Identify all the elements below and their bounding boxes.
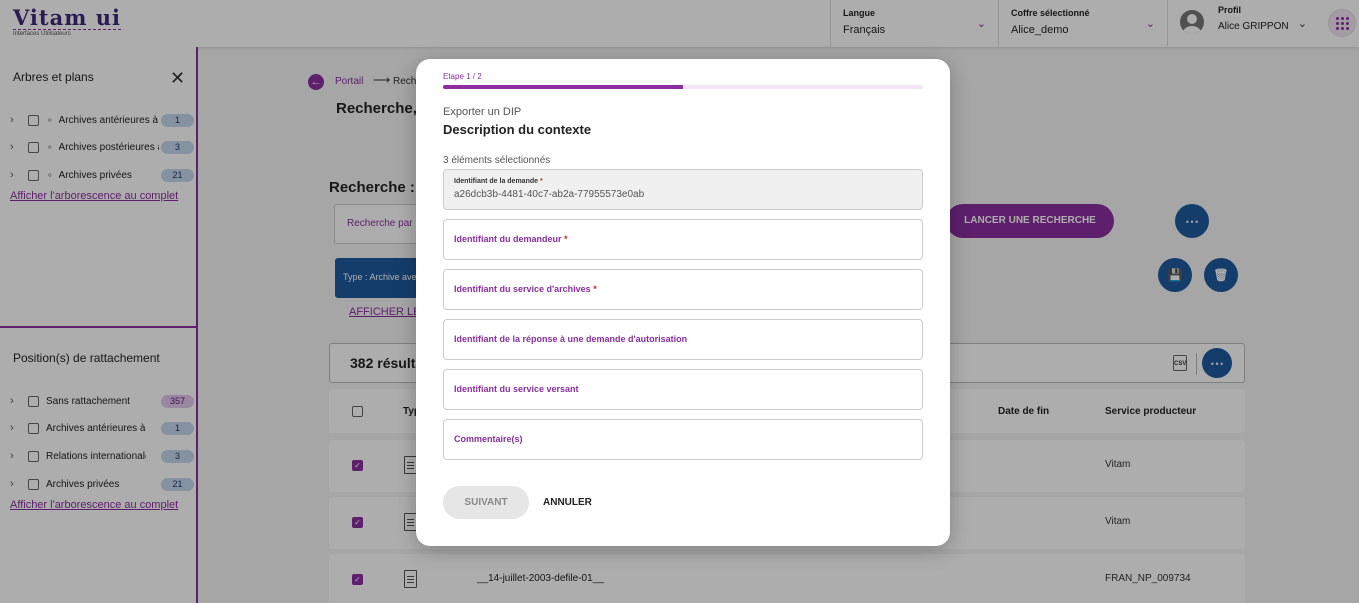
field-label: Identifiant de la demande *: [454, 178, 543, 185]
field-label: Identifiant de la réponse à une demande …: [454, 334, 688, 344]
step-indicator: Etape 1 / 2: [443, 72, 482, 81]
field-label: Identifiant du service versant: [454, 384, 579, 394]
dialog-title: Description du contexte: [443, 122, 592, 137]
submitting-service-id-field[interactable]: Identifiant du service versant: [443, 369, 923, 410]
step-progress-bar: [443, 85, 923, 89]
auth-response-id-field[interactable]: Identifiant de la réponse à une demande …: [443, 319, 923, 360]
next-button[interactable]: SUIVANT: [443, 486, 529, 519]
field-label: Commentaire(s): [454, 434, 523, 444]
request-id-value: a26dcb3b-4481-40c7-ab2a-77955573e0ab: [454, 189, 645, 200]
requester-id-field[interactable]: Identifiant du demandeur *: [443, 219, 923, 260]
export-dip-dialog: Etape 1 / 2 Exporter un DIP Description …: [416, 59, 950, 546]
archive-service-id-field[interactable]: Identifiant du service d'archives *: [443, 269, 923, 310]
progress-fill: [443, 85, 683, 89]
cancel-button[interactable]: ANNULER: [543, 486, 592, 519]
comments-field[interactable]: Commentaire(s): [443, 419, 923, 460]
field-label: Identifiant du demandeur *: [454, 234, 568, 244]
request-id-field: Identifiant de la demande * a26dcb3b-448…: [443, 169, 923, 210]
dialog-subtitle: Exporter un DIP: [443, 106, 522, 118]
field-label: Identifiant du service d'archives *: [454, 284, 597, 294]
selected-count: 3 éléments sélectionnés: [443, 155, 551, 166]
